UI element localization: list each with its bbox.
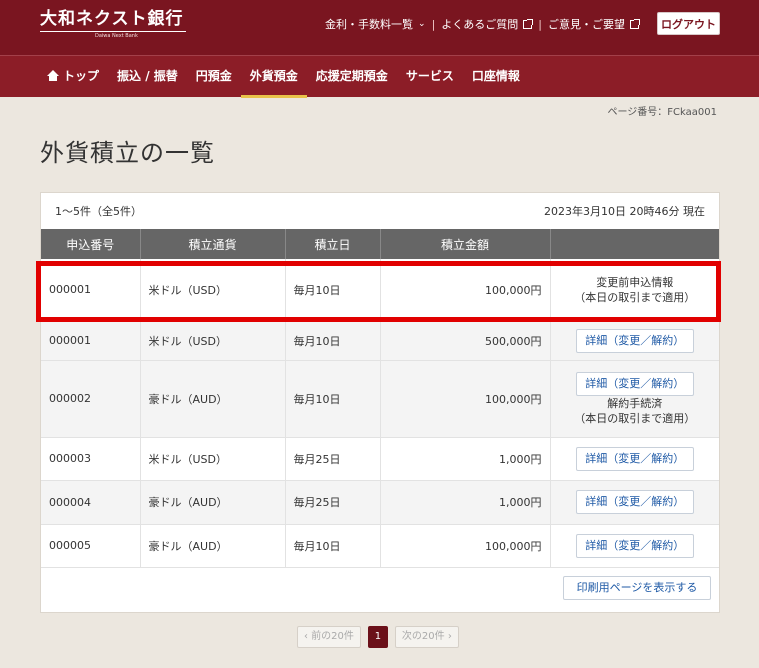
bank-logo[interactable]: 大和ネクスト銀行 Daiwa Next Bank xyxy=(40,8,186,39)
amount: 1,000円 xyxy=(380,437,551,481)
rates-fees-link[interactable]: 金利・手数料一覧 ⌄ xyxy=(325,16,426,32)
currency: 米ドル（USD） xyxy=(140,259,286,322)
header-action xyxy=(550,229,719,259)
separator: | xyxy=(538,17,542,31)
status-subnote: （本日の取引まで適用） xyxy=(574,290,696,304)
amount: 100,000円 xyxy=(380,524,551,568)
detail-change-cancel-button[interactable]: 詳細（変更／解約） xyxy=(575,446,694,471)
nav-items: トップ 振込 / 振替 円預金 外貨預金 応援定期預金 サービス 口座情報 xyxy=(47,56,529,98)
external-link-icon xyxy=(630,18,640,29)
table-row: 000003 米ドル（USD） 毎月25日 1,000円 詳細（変更／解約） xyxy=(41,437,719,481)
nav-item-yen-deposit[interactable]: 円預金 xyxy=(187,56,241,98)
accumulation-day: 毎月10日 xyxy=(285,321,381,361)
detail-change-cancel-button[interactable]: 詳細（変更／解約） xyxy=(575,490,694,514)
logo-underline xyxy=(40,31,186,32)
logout-button[interactable]: ログアウト xyxy=(657,12,720,35)
external-link-icon xyxy=(523,18,534,29)
print-page-button[interactable]: 印刷用ページを表示する xyxy=(563,576,711,600)
accumulation-day: 毎月10日 xyxy=(285,524,381,568)
faq-label: よくあるご質問 xyxy=(441,18,519,31)
prev-page-label: 前の20件 xyxy=(311,631,354,642)
accumulation-day: 毎月10日 xyxy=(285,360,381,438)
application-number: 000004 xyxy=(41,480,141,525)
header-amount: 積立金額 xyxy=(380,229,551,259)
detail-change-cancel-button[interactable]: 詳細（変更／解約） xyxy=(575,533,694,558)
action-cell: 詳細（変更／解約） xyxy=(550,524,719,568)
table-row: 000001 米ドル（USD） 毎月10日 500,000円 詳細（変更／解約） xyxy=(41,321,719,361)
application-number: 000001 xyxy=(41,321,141,361)
as-of-timestamp: 2023年3月10日 20時46分 現在 xyxy=(544,205,705,218)
application-number: 000001 xyxy=(41,259,141,322)
action-cell: 詳細（変更／解約） xyxy=(550,480,719,525)
status-note: 変更前申込情報 xyxy=(596,275,674,289)
currency: 豪ドル（AUD） xyxy=(140,524,286,568)
next-page-label: 次の20件 xyxy=(401,631,445,642)
amount: 500,000円 xyxy=(380,321,551,361)
page-title: 外貨積立の一覧 xyxy=(40,139,215,167)
header-links: 金利・手数料一覧 ⌄ | よくあるご質問 | ご意見・ご要望 xyxy=(325,16,640,32)
status-cell: 変更前申込情報 （本日の取引まで適用） xyxy=(550,259,719,322)
prev-page-button[interactable]: ‹ 前の20件 xyxy=(297,626,361,648)
application-number: 000002 xyxy=(41,360,141,438)
accumulation-table: 申込番号 積立通貨 積立日 積立金額 000001 米ドル（USD） 毎月10日… xyxy=(41,229,719,568)
table-row: 000005 豪ドル（AUD） 毎月10日 100,000円 詳細（変更／解約） xyxy=(41,524,719,568)
status-subnote: （本日の取引まで適用） xyxy=(574,411,696,425)
action-cell: 詳細（変更／解約） xyxy=(550,437,719,481)
nav-item-support-term-deposit[interactable]: 応援定期預金 xyxy=(307,56,397,98)
table-row: 000002 豪ドル（AUD） 毎月10日 100,000円 詳細（変更／解約）… xyxy=(41,360,719,438)
table-row: 000004 豪ドル（AUD） 毎月25日 1,000円 詳細（変更／解約） xyxy=(41,480,719,525)
result-count: 1～5件（全5件） xyxy=(55,205,142,218)
table-row: 000001 米ドル（USD） 毎月10日 100,000円 変更前申込情報 （… xyxy=(41,259,719,322)
currency: 米ドル（USD） xyxy=(140,437,286,481)
header-currency: 積立通貨 xyxy=(140,229,286,259)
feedback-link[interactable]: ご意見・ご要望 xyxy=(548,16,640,32)
list-summary: 1～5件（全5件） 2023年3月10日 20時46分 現在 xyxy=(41,193,719,229)
header-application-number: 申込番号 xyxy=(41,229,141,259)
separator: | xyxy=(431,17,436,31)
home-icon xyxy=(47,70,59,81)
currency: 豪ドル（AUD） xyxy=(140,360,286,438)
action-cell: 詳細（変更／解約） 解約手続済 （本日の取引まで適用） xyxy=(550,360,719,438)
application-number: 000005 xyxy=(41,524,141,568)
accumulation-day: 毎月25日 xyxy=(285,437,381,481)
chevron-down-icon: ⌄ xyxy=(418,19,426,29)
amount: 100,000円 xyxy=(380,259,551,322)
faq-link[interactable]: よくあるご質問 xyxy=(441,16,534,32)
amount: 100,000円 xyxy=(380,360,551,438)
logo-subtext: Daiwa Next Bank xyxy=(95,33,138,39)
top-header: 大和ネクスト銀行 Daiwa Next Bank 金利・手数料一覧 ⌄ | よく… xyxy=(0,0,759,55)
detail-change-cancel-button[interactable]: 詳細（変更／解約） xyxy=(575,371,694,396)
next-page-button[interactable]: 次の20件 › xyxy=(394,626,459,648)
accumulation-day: 毎月25日 xyxy=(285,480,381,525)
table-header-row: 申込番号 積立通貨 積立日 積立金額 xyxy=(41,229,719,259)
amount: 1,000円 xyxy=(380,480,551,525)
nav-item-label: トップ xyxy=(63,69,100,83)
nav-item-account-info[interactable]: 口座情報 xyxy=(463,56,529,98)
currency: 豪ドル（AUD） xyxy=(140,480,286,525)
nav-item-foreign-deposit[interactable]: 外貨預金 xyxy=(240,56,307,98)
status-note: 解約手続済 xyxy=(607,396,663,410)
accumulation-day: 毎月10日 xyxy=(285,259,381,322)
pagination: ‹ 前の20件 1 次の20件 › xyxy=(297,626,459,648)
logo-text: 大和ネクスト銀行 xyxy=(40,9,184,29)
nav-item-services[interactable]: サービス xyxy=(397,56,463,98)
action-cell: 詳細（変更／解約） xyxy=(550,321,719,361)
currency: 米ドル（USD） xyxy=(140,321,286,361)
main-nav: トップ 振込 / 振替 円預金 外貨預金 応援定期預金 サービス 口座情報 xyxy=(0,55,759,98)
accumulation-list-panel: 1～5件（全5件） 2023年3月10日 20時46分 現在 申込番号 積立通貨… xyxy=(40,192,720,613)
page-number: ページ番号：FCkaa001 xyxy=(607,107,718,118)
chevron-right-icon: › xyxy=(447,631,452,642)
application-number: 000003 xyxy=(41,437,141,481)
nav-item-top[interactable]: トップ xyxy=(47,56,108,98)
nav-item-transfer[interactable]: 振込 / 振替 xyxy=(108,56,187,98)
header-accumulation-day: 積立日 xyxy=(285,229,381,259)
chevron-left-icon: ‹ xyxy=(304,631,308,642)
current-page[interactable]: 1 xyxy=(367,626,388,648)
rates-fees-label: 金利・手数料一覧 xyxy=(325,18,414,31)
detail-change-cancel-button[interactable]: 詳細（変更／解約） xyxy=(575,328,694,353)
feedback-label: ご意見・ご要望 xyxy=(548,18,625,31)
